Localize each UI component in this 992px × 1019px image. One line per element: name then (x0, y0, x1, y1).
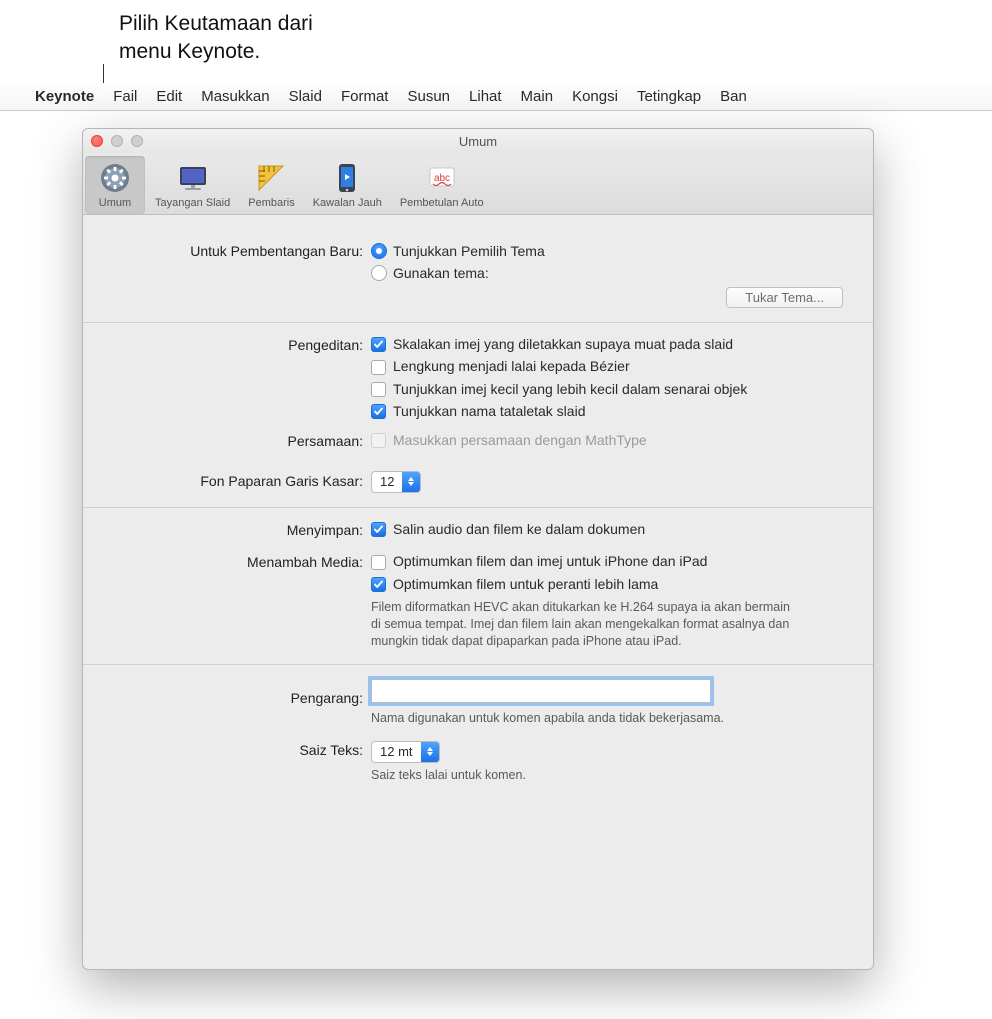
outline-font-size-value: 12 (372, 474, 402, 489)
checkbox-curves-bezier[interactable]: Lengkung menjadi lalai kepada Bézier (371, 359, 847, 374)
tab-pembetulan-label: Pembetulan Auto (400, 197, 484, 209)
help-optimize: Filem diformatkan HEVC akan ditukarkan k… (371, 599, 801, 650)
divider (83, 507, 873, 508)
autocorrect-icon: abc (426, 162, 458, 194)
radio-show-theme-picker[interactable]: Tunjukkan Pemilih Tema (371, 243, 847, 259)
traffic-lights (91, 135, 143, 147)
label-pembentangan-baru: Untuk Pembentangan Baru: (109, 243, 371, 259)
popup-arrows-icon (402, 472, 420, 492)
checkbox-optimize-iphone-label: Optimumkan filem dan imej untuk iPhone d… (393, 554, 707, 569)
menu-bantuan[interactable]: Ban (720, 88, 747, 105)
app-menu[interactable]: Keynote (35, 88, 94, 105)
remote-icon (331, 162, 363, 194)
preferences-content: Untuk Pembentangan Baru: Tunjukkan Pemil… (83, 215, 873, 969)
author-field[interactable] (371, 679, 711, 703)
tab-tayangan-label: Tayangan Slaid (155, 197, 230, 209)
outline-font-size-popup[interactable]: 12 (371, 471, 421, 493)
menu-edit[interactable]: Edit (156, 88, 182, 105)
radio-show-theme-picker-label: Tunjukkan Pemilih Tema (393, 244, 545, 258)
checkbox-copy-media-label: Salin audio dan filem ke dalam dokumen (393, 522, 645, 537)
checkbox-small-thumbs-label: Tunjukkan imej kecil yang lebih kecil da… (393, 382, 747, 397)
menu-slaid[interactable]: Slaid (289, 88, 322, 105)
menu-lihat[interactable]: Lihat (469, 88, 502, 105)
checkbox-small-thumbs[interactable]: Tunjukkan imej kecil yang lebih kecil da… (371, 382, 847, 397)
ruler-icon (255, 162, 287, 194)
divider (83, 322, 873, 323)
help-author: Nama digunakan untuk komen apabila anda … (371, 710, 847, 727)
tab-pembaris[interactable]: Pembaris (240, 156, 302, 214)
checkbox-mathtype: Masukkan persamaan dengan MathType (371, 433, 847, 448)
checkbox-show-layout-label: Tunjukkan nama tataletak slaid (393, 404, 585, 419)
preferences-toolbar: Umum Tayangan Slaid (83, 153, 873, 215)
label-fon-paparan: Fon Paparan Garis Kasar: (109, 473, 371, 489)
checkbox-show-layout-names[interactable]: Tunjukkan nama tataletak slaid (371, 404, 847, 419)
menu-format[interactable]: Format (341, 88, 389, 105)
radio-indicator-icon (371, 243, 387, 259)
preferences-window: Umum (82, 128, 874, 970)
tab-kawalan-label: Kawalan Jauh (313, 197, 382, 209)
radio-use-theme[interactable]: Gunakan tema: (371, 265, 847, 281)
window-titlebar: Umum (83, 129, 873, 153)
tab-pembaris-label: Pembaris (248, 197, 294, 209)
text-size-value: 12 mt (372, 744, 421, 759)
zoom-button[interactable] (131, 135, 143, 147)
window-title: Umum (83, 134, 873, 149)
close-button[interactable] (91, 135, 103, 147)
popup-arrows-icon (421, 742, 439, 762)
label-menyimpan: Menyimpan: (109, 522, 371, 538)
checkbox-mathtype-label: Masukkan persamaan dengan MathType (393, 433, 647, 448)
menu-kongsi[interactable]: Kongsi (572, 88, 618, 105)
callout-text: Pilih Keutamaan dari menu Keynote. (119, 10, 313, 67)
change-theme-button[interactable]: Tukar Tema... (726, 287, 843, 308)
slideshow-icon (177, 162, 209, 194)
text-size-popup[interactable]: 12 mt (371, 741, 440, 763)
checkbox-optimize-older[interactable]: Optimumkan filem untuk peranti lebih lam… (371, 577, 847, 592)
gear-icon (99, 162, 131, 194)
help-text-size: Saiz teks lalai untuk komen. (371, 767, 847, 784)
tab-tayangan-slaid[interactable]: Tayangan Slaid (147, 156, 238, 214)
minimize-button[interactable] (111, 135, 123, 147)
checkbox-scale-images-label: Skalakan imej yang diletakkan supaya mua… (393, 337, 733, 352)
menu-fail[interactable]: Fail (113, 88, 137, 105)
radio-use-theme-label: Gunakan tema: (393, 266, 489, 280)
divider (83, 664, 873, 665)
callout-line2: menu Keynote. (119, 38, 313, 66)
tab-pembetulan-auto[interactable]: abc Pembetulan Auto (392, 156, 492, 214)
menu-masukkan[interactable]: Masukkan (201, 88, 269, 105)
tab-kawalan-jauh[interactable]: Kawalan Jauh (305, 156, 390, 214)
radio-indicator-icon (371, 265, 387, 281)
label-menambah-media: Menambah Media: (109, 554, 371, 570)
menu-main[interactable]: Main (521, 88, 554, 105)
checkbox-scale-images[interactable]: Skalakan imej yang diletakkan supaya mua… (371, 337, 847, 352)
checkbox-curves-bezier-label: Lengkung menjadi lalai kepada Bézier (393, 359, 630, 374)
tab-umum-label: Umum (99, 197, 131, 209)
callout-line1: Pilih Keutamaan dari (119, 10, 313, 38)
label-persamaan: Persamaan: (109, 433, 371, 449)
label-pengeditan: Pengeditan: (109, 337, 371, 353)
label-saiz-teks: Saiz Teks: (109, 742, 371, 758)
menu-tetingkap[interactable]: Tetingkap (637, 88, 701, 105)
checkbox-optimize-iphone[interactable]: Optimumkan filem dan imej untuk iPhone d… (371, 554, 847, 569)
label-pengarang: Pengarang: (109, 690, 371, 706)
checkbox-optimize-older-label: Optimumkan filem untuk peranti lebih lam… (393, 577, 658, 592)
menubar: Keynote Fail Edit Masukkan Slaid Format … (0, 83, 992, 111)
checkbox-copy-media[interactable]: Salin audio dan filem ke dalam dokumen (371, 522, 847, 537)
menu-susun[interactable]: Susun (407, 88, 450, 105)
tab-umum[interactable]: Umum (85, 156, 145, 214)
